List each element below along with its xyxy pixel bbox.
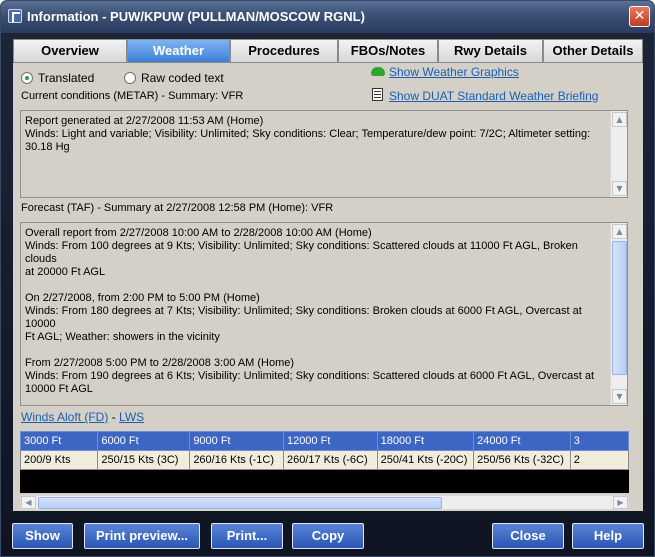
window-title: Information - PUW/KPUW (PULLMAN/MOSCOW R…: [27, 9, 365, 24]
taf-textbox[interactable]: Overall report from 2/27/2008 10:00 AM t…: [20, 222, 628, 406]
show-button[interactable]: Show: [12, 523, 73, 549]
lws-link[interactable]: LWS: [119, 410, 144, 424]
table-cell[interactable]: 260/17 Kts (-6C): [282, 450, 378, 470]
forecast-header: Forecast (TAF) - Summary at 2/27/2008 12…: [13, 201, 643, 216]
table-cell[interactable]: 200/9 Kts: [20, 450, 99, 470]
tab-overview[interactable]: Overview: [13, 39, 127, 63]
close-window-button[interactable]: ✕: [629, 6, 650, 27]
help-button[interactable]: Help: [572, 523, 644, 549]
tab-rwy-details[interactable]: Rwy Details: [438, 39, 543, 63]
grid-horizontal-scrollbar[interactable]: ◀ ▶: [20, 495, 629, 510]
table-header-cell[interactable]: 6000 Ft: [97, 431, 191, 451]
table-cell[interactable]: 250/15 Kts (3C): [97, 450, 191, 470]
table-header-cell[interactable]: 3000 Ft: [20, 431, 99, 451]
tab-weather[interactable]: Weather: [127, 39, 230, 63]
metar-scrollbar[interactable]: ▲ ▼: [610, 111, 627, 197]
metar-text: Report generated at 2/27/2008 11:53 AM (…: [25, 115, 591, 153]
document-icon: [372, 88, 383, 101]
table-cell[interactable]: 250/56 Kts (-32C): [473, 450, 571, 470]
radio-empty-icon: [124, 72, 136, 84]
scroll-up-icon[interactable]: ▲: [612, 224, 627, 239]
scroll-down-icon[interactable]: ▼: [612, 181, 627, 196]
scroll-right-icon[interactable]: ▶: [613, 496, 628, 509]
table-header-cell[interactable]: 3: [569, 431, 629, 451]
show-weather-graphics-link[interactable]: Show Weather Graphics: [389, 65, 519, 79]
table-header-cell[interactable]: 12000 Ft: [282, 431, 378, 451]
metar-textbox[interactable]: Report generated at 2/27/2008 11:53 AM (…: [20, 110, 628, 198]
table-header-row: 3000 Ft 6000 Ft 9000 Ft 12000 Ft 18000 F…: [20, 431, 629, 451]
weather-graphics-icon: [371, 67, 385, 76]
table-cell[interactable]: 260/16 Kts (-1C): [189, 450, 284, 470]
table-header-cell[interactable]: 18000 Ft: [376, 431, 475, 451]
translated-radio[interactable]: Translated: [21, 71, 94, 85]
table-cell[interactable]: 250/41 Kts (-20C): [376, 450, 475, 470]
raw-coded-label: Raw coded text: [141, 71, 224, 85]
taf-label: Forecast (TAF) - Summary at 2/27/2008 12…: [21, 202, 334, 214]
table-cell[interactable]: 2: [569, 450, 629, 470]
raw-coded-radio[interactable]: Raw coded text: [124, 71, 224, 85]
tab-procedures[interactable]: Procedures: [230, 39, 338, 63]
show-duat-briefing-link[interactable]: Show DUAT Standard Weather Briefing: [389, 89, 598, 103]
scroll-down-icon[interactable]: ▼: [612, 389, 627, 404]
taf-scrollbar[interactable]: ▲ ▼: [610, 223, 627, 405]
winds-aloft-table: 3000 Ft 6000 Ft 9000 Ft 12000 Ft 18000 F…: [20, 431, 629, 470]
table-header-cell[interactable]: 24000 Ft: [473, 431, 571, 451]
tab-other-details[interactable]: Other Details: [543, 39, 643, 63]
scroll-left-icon[interactable]: ◀: [21, 496, 36, 509]
radio-selected-icon: [21, 72, 33, 84]
winds-aloft-links: Winds Aloft (FD) - LWS: [21, 410, 144, 426]
scroll-thumb[interactable]: [38, 497, 442, 509]
print-preview-button[interactable]: Print preview...: [84, 523, 200, 549]
table-header-cell[interactable]: 9000 Ft: [189, 431, 284, 451]
app-icon: [8, 9, 22, 23]
scroll-thumb[interactable]: [612, 241, 627, 375]
translated-label: Translated: [38, 71, 95, 85]
tab-bar: Overview Weather Procedures FBOs/Notes R…: [13, 39, 643, 63]
copy-button[interactable]: Copy: [292, 523, 364, 549]
print-button[interactable]: Print...: [211, 523, 283, 549]
table-row: 200/9 Kts 250/15 Kts (3C) 260/16 Kts (-1…: [20, 450, 629, 470]
taf-text: Overall report from 2/27/2008 10:00 AM t…: [25, 227, 594, 395]
winds-aloft-grid[interactable]: 3000 Ft 6000 Ft 9000 Ft 12000 Ft 18000 F…: [20, 431, 629, 493]
winds-aloft-link[interactable]: Winds Aloft (FD): [21, 410, 108, 424]
tab-fbos-notes[interactable]: FBOs/Notes: [338, 39, 438, 63]
metar-label: Current conditions (METAR) - Summary: VF…: [21, 90, 244, 102]
scroll-up-icon[interactable]: ▲: [612, 112, 627, 127]
close-button[interactable]: Close: [492, 523, 564, 549]
title-bar[interactable]: Information - PUW/KPUW (PULLMAN/MOSCOW R…: [1, 1, 654, 33]
information-window: Information - PUW/KPUW (PULLMAN/MOSCOW R…: [0, 0, 655, 557]
link-separator: -: [111, 410, 116, 424]
